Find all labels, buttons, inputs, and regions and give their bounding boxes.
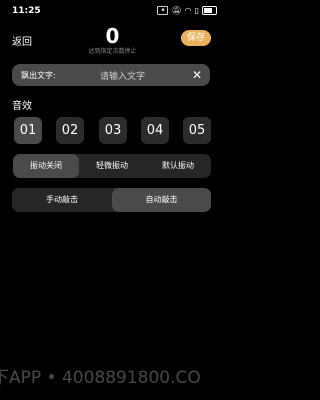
- vibration-off-option[interactable]: 振动关闭: [13, 154, 79, 178]
- float-text-input-bar[interactable]: 飘出文字: 请输入文字 ✕: [12, 64, 210, 86]
- auto-tap-option[interactable]: 自动敲击: [112, 188, 211, 212]
- sound-option-04[interactable]: 04: [141, 117, 169, 144]
- wifi-icon: ◠: [184, 6, 192, 15]
- tap-mode-selector: 手动敲击 自动敲击: [12, 188, 211, 212]
- watermark: 下APP • 4008891800.CO: [0, 368, 201, 388]
- clear-icon[interactable]: ✕: [192, 68, 202, 82]
- status-icons: ▪ 🔕︎ ◠ ▯: [157, 6, 217, 15]
- status-time: 11:25: [12, 6, 41, 16]
- manual-tap-option[interactable]: 手动敲击: [12, 188, 112, 212]
- vibration-default-option[interactable]: 默认振动: [145, 154, 211, 178]
- battery-icon: [202, 6, 217, 15]
- sim-icon: ▯: [194, 6, 199, 15]
- mute-icon: 🔕︎: [171, 6, 182, 15]
- vibration-light-option[interactable]: 轻微振动: [79, 154, 145, 178]
- sound-section-title: 音效: [12, 101, 32, 112]
- sound-option-03[interactable]: 03: [99, 117, 127, 144]
- counter-subtitle: 达到指定次数停止: [88, 48, 137, 55]
- sound-option-02[interactable]: 02: [56, 117, 84, 144]
- sound-option-05[interactable]: 05: [183, 117, 211, 144]
- vibration-selector: 振动关闭 轻微振动 默认振动: [13, 154, 211, 178]
- sound-option-01[interactable]: 01: [14, 117, 42, 144]
- save-button[interactable]: 保存: [181, 30, 211, 46]
- notification-icon: ▪: [157, 6, 169, 15]
- float-text-input[interactable]: 请输入文字: [100, 69, 145, 82]
- float-text-label: 飘出文字:: [21, 71, 56, 80]
